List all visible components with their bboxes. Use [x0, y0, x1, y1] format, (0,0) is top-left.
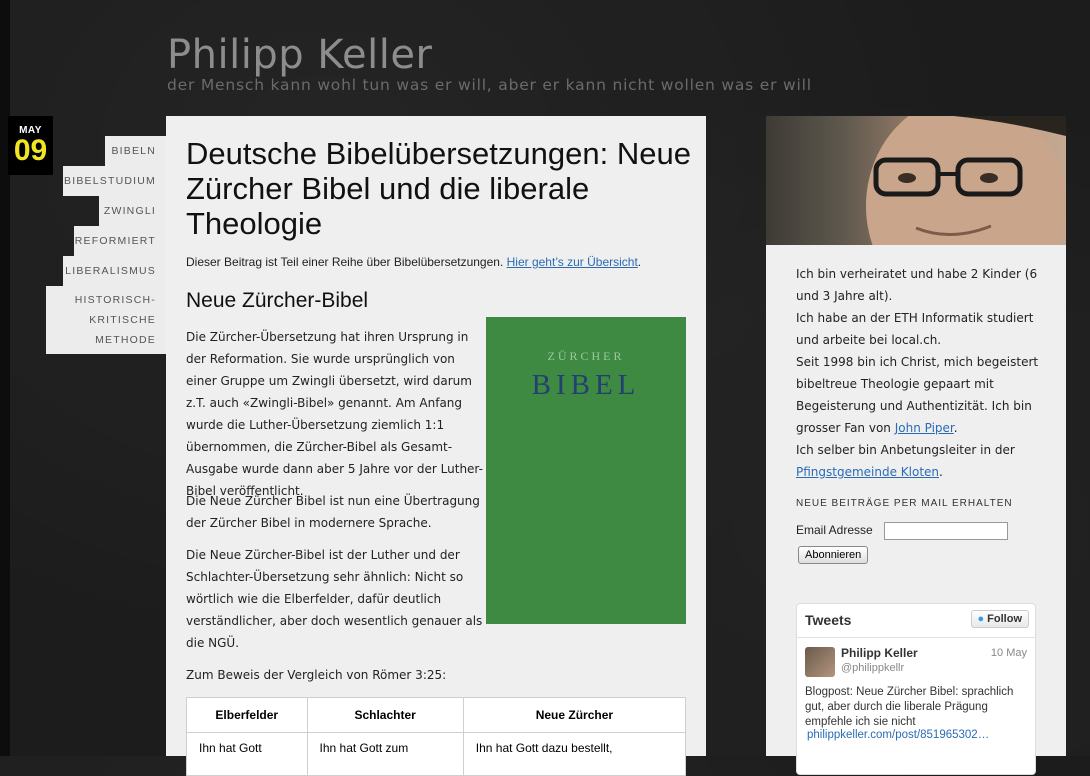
paragraph-modern: Die Neue Zürcher Bibel ist nun eine Über… — [186, 494, 480, 530]
post-content: Deutsche Bibelübersetzungen: Neue Zürche… — [166, 116, 706, 776]
table-header: Elberfelder — [186, 697, 308, 733]
john-piper-link[interactable]: John Piper — [895, 421, 954, 435]
tag-line: KRITISCHE — [89, 314, 156, 326]
book-cover-top-text: ZÜRCHER — [547, 349, 625, 363]
paragraph-proof: Zum Beweis der Vergleich von Römer 3:25: — [186, 668, 447, 682]
tag-historisch-kritische-methode[interactable]: HISTORISCH- KRITISCHE METHODE — [46, 286, 166, 354]
post-date-day: 09 — [13, 134, 48, 167]
email-input[interactable] — [884, 522, 1008, 540]
table-header: Schlachter — [306, 697, 464, 733]
intro-end: . — [637, 255, 642, 269]
site-tagline: der Mensch kann wohl tun was er will, ab… — [167, 76, 812, 94]
translation-comparison-table: Elberfelder Schlachter Neue Zürcher Ihn … — [186, 697, 687, 776]
author-bio: Ich bin verheiratet und habe 2 Kinder (6… — [796, 263, 1046, 483]
intro-text: Dieser Beitrag ist Teil einer Reihe über… — [186, 255, 507, 269]
tag-bibeln[interactable]: BIBELN — [105, 136, 166, 166]
tweet-date[interactable]: 10 May — [991, 647, 1027, 659]
twitter-bird-icon: ● — [977, 613, 985, 625]
bio-family: Ich bin verheiratet und habe 2 Kinder (6… — [796, 267, 1038, 303]
follow-label: Follow — [987, 613, 1022, 625]
zuercher-bibel-cover-image: ZÜRCHER BIBEL — [486, 317, 686, 624]
bio-church-end: . — [939, 465, 943, 479]
author-portrait-image — [856, 116, 1066, 245]
tag-zwingli[interactable]: ZWINGLI — [99, 196, 166, 226]
table-row: Ihn hat Gott Ihn hat Gott zum Ihn hat Go… — [186, 732, 687, 776]
table-cell: Ihn hat Gott dazu bestellt, — [462, 732, 687, 776]
tweets-divider — [797, 637, 1035, 638]
twitter-widget: Tweets ● Follow Philipp Keller @philippke… — [796, 603, 1036, 775]
pfingstgemeinde-kloten-link[interactable]: Pfingstgemeinde Kloten — [796, 465, 939, 479]
bio-church: Ich selber bin Anbetungsleiter in der Pf… — [796, 439, 1046, 483]
tag-reformiert[interactable]: REFORMIERT — [74, 226, 166, 256]
tag-bibelstudium[interactable]: BIBELSTUDIUM — [63, 166, 166, 196]
post-intro: Dieser Beitrag ist Teil einer Reihe über… — [186, 255, 641, 269]
table-cell: Ihn hat Gott zum — [306, 732, 464, 776]
tag-line: HISTORISCH- — [74, 294, 156, 306]
paragraph-origin: Die Zürcher-Übersetzung hat ihren Urspru… — [186, 330, 483, 498]
tag-line: METHODE — [95, 334, 156, 346]
table-cell: Ihn hat Gott — [186, 732, 308, 776]
table-header-row: Elberfelder Schlachter Neue Zürcher — [186, 697, 687, 733]
post-title[interactable]: Deutsche Bibelübersetzungen: Neue Zürche… — [186, 136, 696, 241]
tweet-link[interactable]: philippkeller.com/post/851965302… — [807, 729, 989, 741]
book-cover-title: BIBEL — [531, 369, 641, 401]
section-heading: Neue Zürcher-Bibel — [186, 289, 369, 312]
email-label: Email Adresse — [796, 523, 873, 537]
site-title[interactable]: Philipp Keller — [167, 32, 432, 78]
tweet-avatar[interactable] — [805, 647, 835, 677]
bio-faith-end: . — [953, 421, 958, 435]
follow-button[interactable]: ● Follow — [970, 610, 1029, 628]
table-header: Neue Zürcher — [462, 697, 687, 733]
tweet-text: Blogpost: Neue Zürcher Bibel: sprachlich… — [805, 686, 1014, 728]
bio-work: Ich habe an der ETH Informatik studiert … — [796, 311, 1034, 347]
tweet-author-name[interactable]: Philipp Keller — [841, 646, 918, 660]
post-date-badge: MAY 09 — [8, 116, 53, 175]
author-photo — [766, 116, 1066, 245]
overview-link[interactable]: Hier geht’s zur Übersicht — [507, 255, 638, 269]
tweet-author-handle[interactable]: @philippkellr — [841, 662, 904, 674]
sidebar: Ich bin verheiratet und habe 2 Kinder (6… — [766, 116, 1066, 775]
left-edge — [0, 0, 10, 756]
tag-liberalismus[interactable]: LIBERALISMUS — [63, 256, 166, 286]
bio-faith: Seit 1998 bin ich Christ, mich begeister… — [796, 351, 1046, 439]
mail-subscribe-heading: NEUE BEITRÄGE PER MAIL ERHALTEN — [796, 498, 1013, 509]
paragraph-comparison: Die Neue Zürcher-Bibel ist der Luther un… — [186, 548, 483, 650]
bio-church-text: Ich selber bin Anbetungsleiter in der — [796, 443, 1015, 457]
subscribe-button[interactable]: Abonnieren — [798, 546, 869, 564]
tweets-heading: Tweets — [805, 612, 852, 628]
